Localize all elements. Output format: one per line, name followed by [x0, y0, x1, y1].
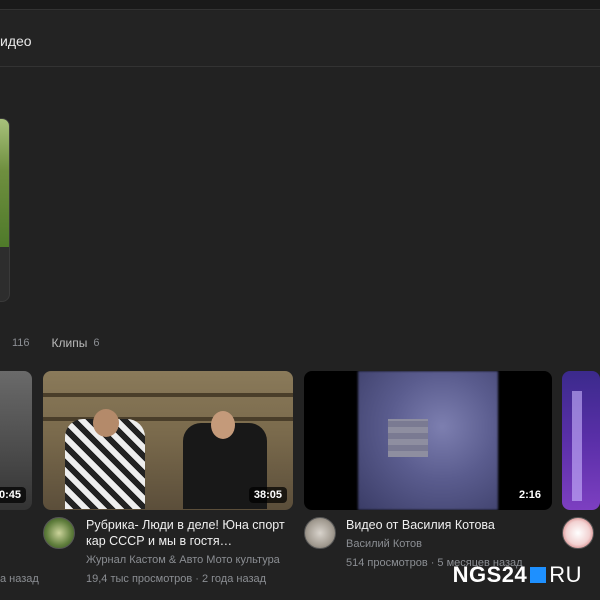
album-card[interactable]	[0, 118, 10, 302]
video-thumbnail[interactable]: 38:05	[43, 371, 293, 510]
video-thumbnail[interactable]: 2:16	[304, 371, 552, 510]
watermark-main: NGS24	[452, 562, 528, 587]
head-graphic	[211, 411, 235, 439]
watermark-suffix: RU	[549, 562, 582, 587]
video-card[interactable]	[562, 371, 600, 549]
section-title: идео	[0, 33, 32, 49]
video-card[interactable]: 2:16 Видео от Василия Котова Василий Кот…	[304, 371, 552, 569]
video-title[interactable]: Рубрика- Люди в деле! Юна спорт кар СССР…	[86, 517, 286, 549]
album-thumbnail[interactable]	[0, 119, 9, 247]
tab-count: 116	[12, 337, 30, 349]
video-card[interactable]: 38:05 Рубрика- Люди в деле! Юна спорт ка…	[43, 371, 293, 585]
channel-avatar[interactable]	[43, 517, 75, 549]
tab-count: 6	[93, 337, 100, 349]
video-author[interactable]: Журнал Кастом & Авто Мото культура	[86, 554, 280, 566]
square-icon	[530, 567, 547, 583]
video-duration: 38:05	[248, 487, 287, 503]
video-thumbnail[interactable]: 0:45	[0, 371, 32, 510]
video-views: а назад	[0, 573, 39, 585]
tab-label: Клипы	[51, 336, 88, 350]
video-tabs: 116 Клипы 6	[0, 334, 122, 352]
video-title[interactable]: Видео от Василия Котова	[346, 517, 546, 533]
ngs24-watermark: NGS24 RU	[453, 562, 582, 588]
section-header: идео	[0, 11, 600, 67]
video-card[interactable]: 0:45 а назад	[0, 371, 39, 585]
channel-avatar[interactable]	[304, 517, 336, 549]
head-graphic	[93, 409, 119, 437]
shelf-graphic	[43, 393, 293, 397]
tab-all-videos[interactable]: 116	[6, 337, 30, 349]
top-bar	[0, 0, 600, 10]
pillar-graphic	[572, 391, 582, 501]
censor-graphic	[388, 419, 428, 457]
tab-clips[interactable]: Клипы 6	[52, 336, 100, 350]
video-duration: 2:16	[513, 487, 546, 503]
video-thumbnail[interactable]	[562, 371, 600, 510]
video-author[interactable]: Василий Котов	[346, 538, 422, 550]
video-frame-graphic	[358, 371, 498, 510]
video-duration: 0:45	[0, 487, 26, 503]
video-views: 19,4 тыс просмотров · 2 года назад	[86, 573, 267, 585]
channel-avatar[interactable]	[562, 517, 594, 549]
